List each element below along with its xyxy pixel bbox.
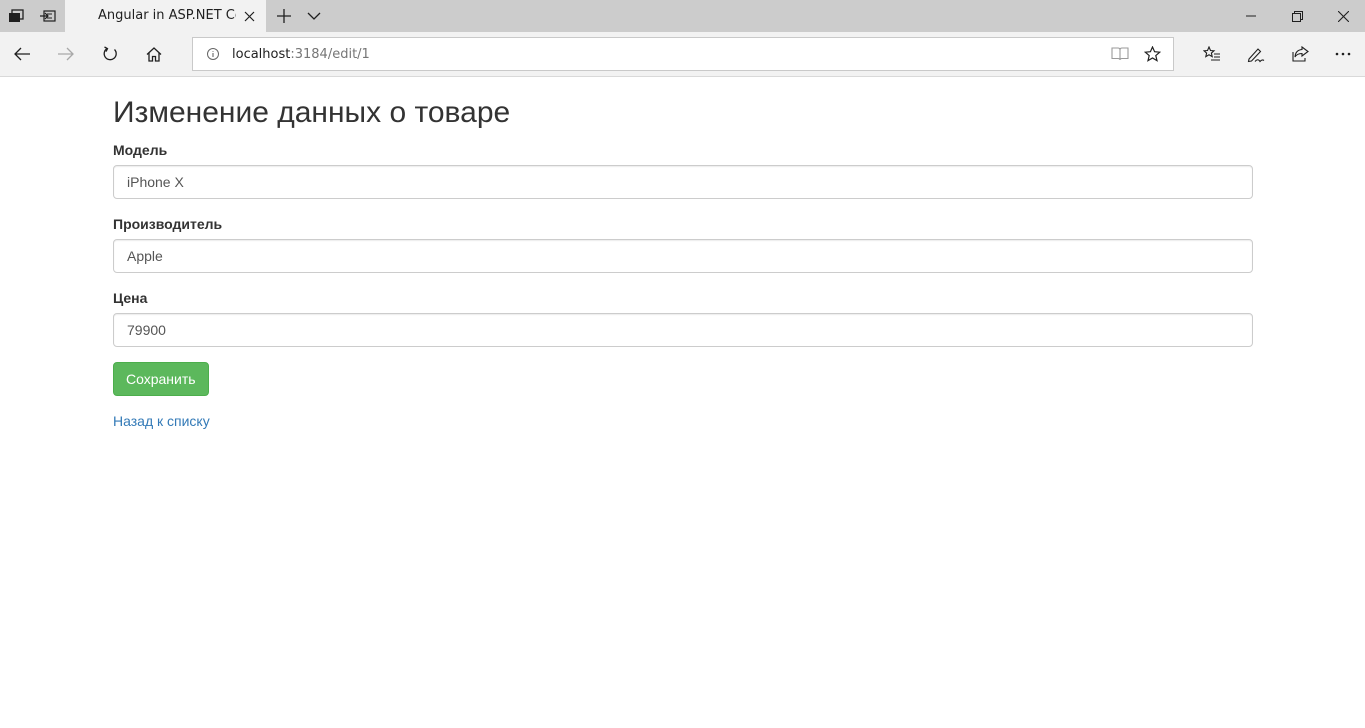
close-icon[interactable] <box>239 6 259 26</box>
pen-icon[interactable] <box>1234 32 1278 76</box>
url-host: localhost <box>232 47 291 62</box>
active-tab[interactable]: Angular in ASP.NET Cor <box>65 0 266 32</box>
minimize-icon[interactable] <box>1228 0 1274 32</box>
price-input[interactable] <box>113 313 1253 347</box>
more-icon[interactable] <box>1321 32 1365 76</box>
back-arrow-icon[interactable] <box>0 32 44 76</box>
manufacturer-label: Производитель <box>113 216 223 232</box>
forward-arrow-icon[interactable] <box>44 32 88 76</box>
back-to-list-link[interactable]: Назад к списку <box>113 413 210 429</box>
url-text[interactable]: localhost:3184/edit/1 <box>232 47 370 62</box>
reading-view-icon[interactable] <box>1104 38 1136 70</box>
set-aside-tabs-icon[interactable] <box>32 0 64 32</box>
restore-icon[interactable] <box>1274 0 1320 32</box>
tab-preview-icon[interactable] <box>0 0 32 32</box>
manufacturer-input[interactable] <box>113 239 1253 273</box>
navigation-bar: localhost:3184/edit/1 <box>0 32 1365 77</box>
home-icon[interactable] <box>132 32 176 76</box>
model-input[interactable] <box>113 165 1253 199</box>
share-icon[interactable] <box>1278 32 1322 76</box>
close-window-icon[interactable] <box>1320 0 1365 32</box>
address-bar[interactable]: localhost:3184/edit/1 <box>192 37 1174 71</box>
new-tab-icon[interactable] <box>270 0 298 32</box>
save-button[interactable]: Сохранить <box>113 362 209 396</box>
url-path: :3184/edit/1 <box>290 47 370 62</box>
page-title: Изменение данных о товаре <box>113 96 511 129</box>
refresh-icon[interactable] <box>88 32 132 76</box>
info-icon[interactable] <box>205 46 221 62</box>
chevron-down-icon[interactable] <box>300 0 328 32</box>
model-label: Модель <box>113 142 168 158</box>
tab-strip: Angular in ASP.NET Cor <box>0 0 1365 32</box>
star-icon[interactable] <box>1136 38 1168 70</box>
tab-title: Angular in ASP.NET Cor <box>98 8 236 23</box>
favorites-icon[interactable] <box>1190 32 1234 76</box>
price-label: Цена <box>113 290 148 306</box>
